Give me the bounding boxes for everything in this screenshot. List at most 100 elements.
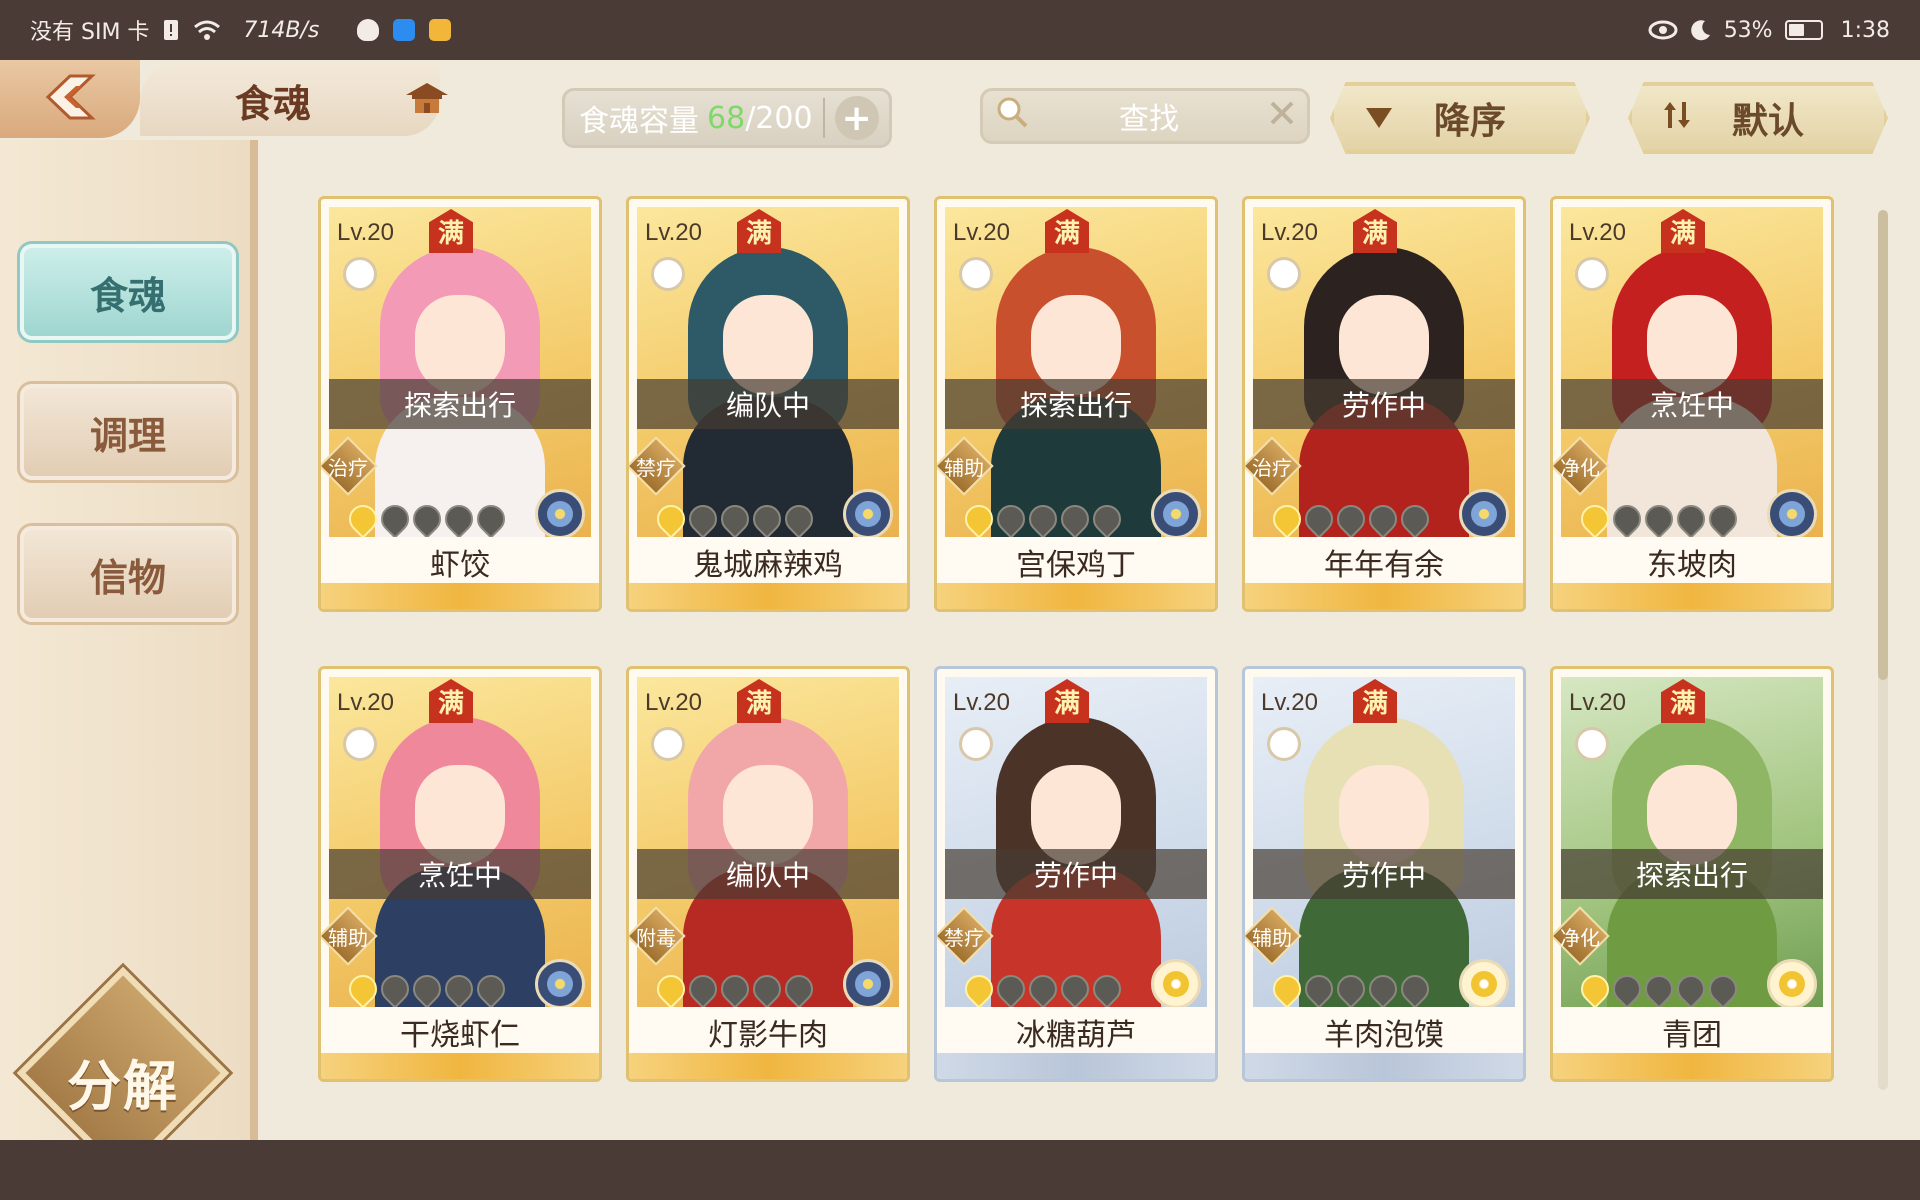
food-soul-card[interactable]: Lv.20 满编队中 附毒 灯影牛肉 (626, 666, 910, 1082)
sort-mode-button[interactable]: 默认 (1628, 82, 1888, 154)
star-flame-icon (991, 969, 1031, 1009)
food-soul-name: 宫保鸡丁 (937, 537, 1215, 587)
search-box[interactable]: 查找 (980, 88, 1310, 144)
food-soul-card[interactable]: Lv.20 满探索出行 净化 青团 (1550, 666, 1834, 1082)
element-flower-icon (535, 959, 585, 1009)
food-soul-card[interactable]: Lv.20 满烹饪中 净化 东坡肉 (1550, 196, 1834, 612)
star-flame-icon (343, 969, 383, 1009)
star-rating (959, 969, 1127, 1009)
star-flame-icon (1363, 499, 1403, 539)
star-flame-icon (1575, 969, 1615, 1009)
star-flame-icon (1299, 499, 1339, 539)
sidebar-item-seasoning[interactable]: 调理 (20, 384, 236, 480)
food-soul-card[interactable]: Lv.20 满劳作中 辅助 羊肉泡馍 (1242, 666, 1526, 1082)
food-soul-name: 青团 (1553, 1007, 1831, 1057)
sidebar-item-label: 调理 (89, 413, 166, 458)
food-soul-card[interactable]: Lv.20 满劳作中 治疗 年年有余 (1242, 196, 1526, 612)
star-flame-icon (1671, 499, 1711, 539)
role-badge: 附毒 (629, 906, 686, 966)
star-rating (343, 499, 511, 539)
max-level-badge: 满 (737, 209, 781, 253)
star-flame-icon (1607, 499, 1647, 539)
role-label: 辅助 (944, 455, 984, 480)
food-soul-name: 冰糖葫芦 (937, 1007, 1215, 1057)
star-flame-icon (959, 969, 999, 1009)
swap-arrows-icon (1662, 98, 1692, 139)
sidebar-item-food-souls[interactable]: 食魂 (20, 244, 236, 340)
star-flame-icon (1087, 969, 1127, 1009)
food-soul-card[interactable]: Lv.20 满探索出行 辅助 宫保鸡丁 (934, 196, 1218, 612)
star-flame-icon (1023, 969, 1063, 1009)
star-flame-icon (1395, 969, 1435, 1009)
activity-status: 探索出行 (329, 379, 591, 429)
star-flame-icon (1087, 499, 1127, 539)
sort-order-button[interactable]: 降序 (1330, 82, 1590, 154)
pavilion-icon[interactable] (392, 74, 462, 124)
food-soul-card[interactable]: Lv.20 满探索出行 治疗 虾饺 (318, 196, 602, 612)
capacity-current: 68 (707, 100, 746, 136)
star-rating (959, 499, 1127, 539)
top-bar: 食魂 食魂容量 68 /200 + 查找 降序 默认 (0, 60, 1920, 154)
food-soul-name: 东坡肉 (1553, 537, 1831, 587)
soul-capacity-indicator: 食魂容量 68 /200 + (562, 88, 892, 148)
card-footer (1245, 583, 1523, 609)
role-badge: 净化 (1553, 436, 1610, 496)
food-soul-name: 鬼城麻辣鸡 (629, 537, 907, 587)
page-title: 食魂 (235, 81, 312, 126)
star-rating (1267, 969, 1435, 1009)
activity-status: 探索出行 (945, 379, 1207, 429)
grid-scrollbar[interactable] (1878, 210, 1888, 1090)
star-flame-icon (683, 499, 723, 539)
level-label: Lv.20 (645, 219, 702, 246)
star-flame-icon (1575, 499, 1615, 539)
star-flame-icon (439, 969, 479, 1009)
triangle-down-icon (1364, 98, 1394, 139)
food-soul-card[interactable]: Lv.20 满劳作中 禁疗 冰糖葫芦 (934, 666, 1218, 1082)
search-icon (995, 95, 1029, 137)
element-flower-icon (1767, 959, 1817, 1009)
max-level-badge: 满 (737, 679, 781, 723)
role-label: 附毒 (636, 925, 676, 950)
capacity-label: 食魂容量 (579, 104, 699, 139)
star-flame-icon (407, 499, 447, 539)
star-flame-icon (439, 499, 479, 539)
role-label: 净化 (1560, 455, 1600, 480)
element-flower-icon (1151, 959, 1201, 1009)
food-soul-name: 干烧虾仁 (321, 1007, 599, 1057)
expand-capacity-button[interactable]: + (834, 96, 879, 140)
star-flame-icon (471, 499, 511, 539)
star-flame-icon (1023, 499, 1063, 539)
decompose-label[interactable]: 分解 (38, 1042, 208, 1118)
level-label: Lv.20 (953, 219, 1010, 246)
level-label: Lv.20 (953, 689, 1010, 716)
bowl-icon (1575, 727, 1609, 761)
card-footer (321, 583, 599, 609)
network-speed: 714B/s (243, 17, 320, 43)
role-badge: 禁疗 (937, 906, 994, 966)
back-button[interactable] (0, 60, 140, 138)
star-flame-icon (471, 969, 511, 1009)
element-flower-icon (1459, 489, 1509, 539)
level-label: Lv.20 (645, 689, 702, 716)
role-badge: 治疗 (321, 436, 378, 496)
bowl-icon (1267, 257, 1301, 291)
search-input[interactable]: 查找 (1029, 94, 1269, 138)
sidebar-item-tokens[interactable]: 信物 (20, 526, 236, 622)
clock: 1:38 (1840, 17, 1890, 43)
role-label: 禁疗 (944, 925, 984, 950)
food-soul-card[interactable]: Lv.20 满编队中 禁疗 鬼城麻辣鸡 (626, 196, 910, 612)
star-flame-icon (1639, 499, 1679, 539)
star-flame-icon (375, 499, 415, 539)
clear-search-icon[interactable] (1269, 99, 1295, 134)
food-soul-card[interactable]: Lv.20 满烹饪中 辅助 干烧虾仁 (318, 666, 602, 1082)
bowl-icon (651, 257, 685, 291)
star-flame-icon (779, 499, 819, 539)
star-flame-icon (1055, 499, 1095, 539)
bowl-icon (343, 727, 377, 761)
scrollbar-thumb[interactable] (1878, 210, 1888, 680)
bowl-icon (959, 257, 993, 291)
star-flame-icon (683, 969, 723, 1009)
activity-status: 探索出行 (1561, 849, 1823, 899)
activity-status: 编队中 (637, 849, 899, 899)
capacity-max: /200 (745, 100, 813, 136)
